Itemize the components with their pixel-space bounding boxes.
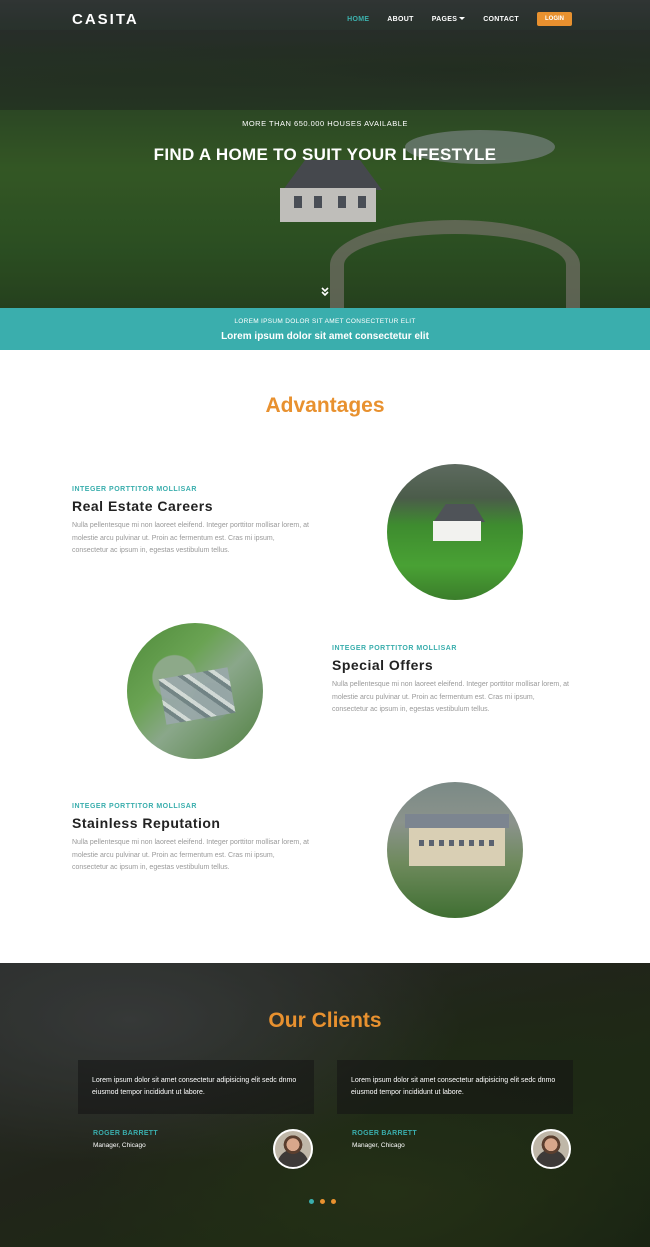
feature-heading: Real Estate Careers xyxy=(72,498,214,514)
pager-dot-3[interactable] xyxy=(331,1199,336,1204)
author-role: Manager, Chicago xyxy=(352,1142,405,1149)
login-button[interactable]: LOGIN xyxy=(537,12,572,26)
carousel-pager xyxy=(309,1199,342,1204)
feature-real-estate-careers: INTEGER PORTTITOR MOLLISAR Real Estate C… xyxy=(72,486,312,558)
feature-kicker: INTEGER PORTTITOR MOLLISAR xyxy=(72,486,197,493)
banner-large-text: Lorem ipsum dolor sit amet consectetur e… xyxy=(221,331,429,342)
avatar xyxy=(273,1129,313,1169)
promo-banner: LOREM IPSUM DOLOR SIT AMET CONSECTETUR E… xyxy=(0,308,650,350)
feature-image-neighborhood xyxy=(127,623,263,759)
advantages-title: Advantages xyxy=(265,394,385,417)
nav-contact[interactable]: CONTACT xyxy=(483,16,519,23)
testimonial-quote: Lorem ipsum dolor sit amet consectetur a… xyxy=(92,1077,297,1096)
feature-heading: Stainless Reputation xyxy=(72,815,221,831)
chevron-double-down-icon[interactable] xyxy=(318,287,332,301)
main-menu: HOME ABOUT PAGES CONTACT LOGIN xyxy=(329,12,572,26)
feature-kicker: INTEGER PORTTITOR MOLLISAR xyxy=(332,645,457,652)
feature-image-building xyxy=(387,782,523,918)
clients-title: Our Clients xyxy=(268,1009,382,1032)
feature-text: Nulla pellentesque mi non laoreet eleife… xyxy=(72,839,309,871)
testimonial-card: Lorem ipsum dolor sit amet consectetur a… xyxy=(78,1060,314,1114)
top-navbar: CASITA HOME ABOUT PAGES CONTACT LOGIN xyxy=(0,0,650,40)
feature-special-offers: INTEGER PORTTITOR MOLLISAR Special Offer… xyxy=(332,645,572,717)
hero-section: CASITA HOME ABOUT PAGES CONTACT LOGIN MO… xyxy=(0,0,650,308)
hero-title: FIND A HOME TO SUIT YOUR LIFESTYLE xyxy=(153,145,497,164)
feature-stainless-reputation: INTEGER PORTTITOR MOLLISAR Stainless Rep… xyxy=(72,803,312,875)
testimonial-quote: Lorem ipsum dolor sit amet consectetur a… xyxy=(351,1077,556,1096)
site-logo[interactable]: CASITA xyxy=(72,11,139,28)
pager-dot-2[interactable] xyxy=(320,1199,325,1204)
author-name: ROGER BARRETT xyxy=(93,1130,158,1137)
testimonial-author: ROGER BARRETT Manager, Chicago xyxy=(352,1130,417,1149)
clients-section: Our Clients Lorem ipsum dolor sit amet c… xyxy=(0,963,650,1247)
feature-image-house xyxy=(387,464,523,600)
avatar xyxy=(531,1129,571,1169)
author-role: Manager, Chicago xyxy=(93,1142,146,1149)
banner-small-text: LOREM IPSUM DOLOR SIT AMET CONSECTETUR E… xyxy=(234,318,416,325)
caret-down-icon xyxy=(459,17,466,21)
nav-home[interactable]: HOME xyxy=(347,16,369,23)
author-name: ROGER BARRETT xyxy=(352,1130,417,1137)
nav-pages[interactable]: PAGES xyxy=(432,16,466,23)
feature-heading: Special Offers xyxy=(332,657,434,673)
nav-pages-label: PAGES xyxy=(431,15,458,23)
feature-text: Nulla pellentesque mi non laoreet eleife… xyxy=(72,522,309,554)
nav-about[interactable]: ABOUT xyxy=(387,16,413,23)
testimonial-card: Lorem ipsum dolor sit amet consectetur a… xyxy=(337,1060,573,1114)
hero-subtitle: MORE THAN 650.000 HOUSES AVAILABLE xyxy=(242,119,408,128)
testimonial-author: ROGER BARRETT Manager, Chicago xyxy=(93,1130,158,1149)
feature-text: Nulla pellentesque mi non laoreet eleife… xyxy=(332,681,569,713)
feature-kicker: INTEGER PORTTITOR MOLLISAR xyxy=(72,803,197,810)
pager-dot-1[interactable] xyxy=(309,1199,314,1204)
